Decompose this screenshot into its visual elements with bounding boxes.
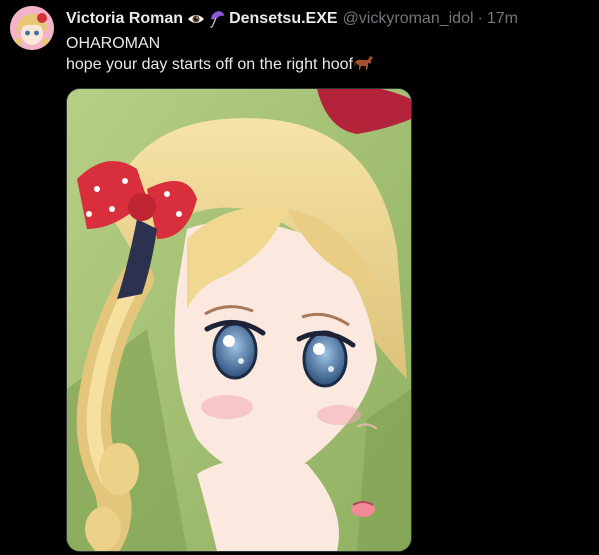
header-separator: · [477, 10, 483, 27]
display-name-suffix[interactable]: Densetsu.EXE [229, 9, 337, 29]
tweet-text-line-2: hope your day starts off on the right ho… [66, 54, 586, 77]
tweet-text-line-2-content: hope your day starts off on the right ho… [66, 56, 353, 73]
lightning-umbrella-icon [209, 10, 225, 28]
tweet: Victoria Roman Densetsu.EXE @vickyroman_… [0, 0, 599, 555]
user-handle[interactable]: @vickyroman_idol [343, 9, 474, 29]
tweet-timestamp[interactable]: 17m [487, 9, 518, 29]
tweet-text: OHAROMAN hope your day starts off on the… [66, 33, 586, 77]
display-name[interactable]: Victoria Roman [66, 9, 183, 29]
tweet-media-image[interactable] [66, 88, 412, 552]
tweet-header: Victoria Roman Densetsu.EXE @vickyroman_… [66, 8, 518, 30]
eye-icon [187, 12, 205, 26]
tweet-text-line-1: OHAROMAN [66, 35, 161, 52]
avatar[interactable] [10, 6, 54, 50]
anime-girl-image [67, 89, 411, 551]
horse-icon [354, 55, 374, 77]
